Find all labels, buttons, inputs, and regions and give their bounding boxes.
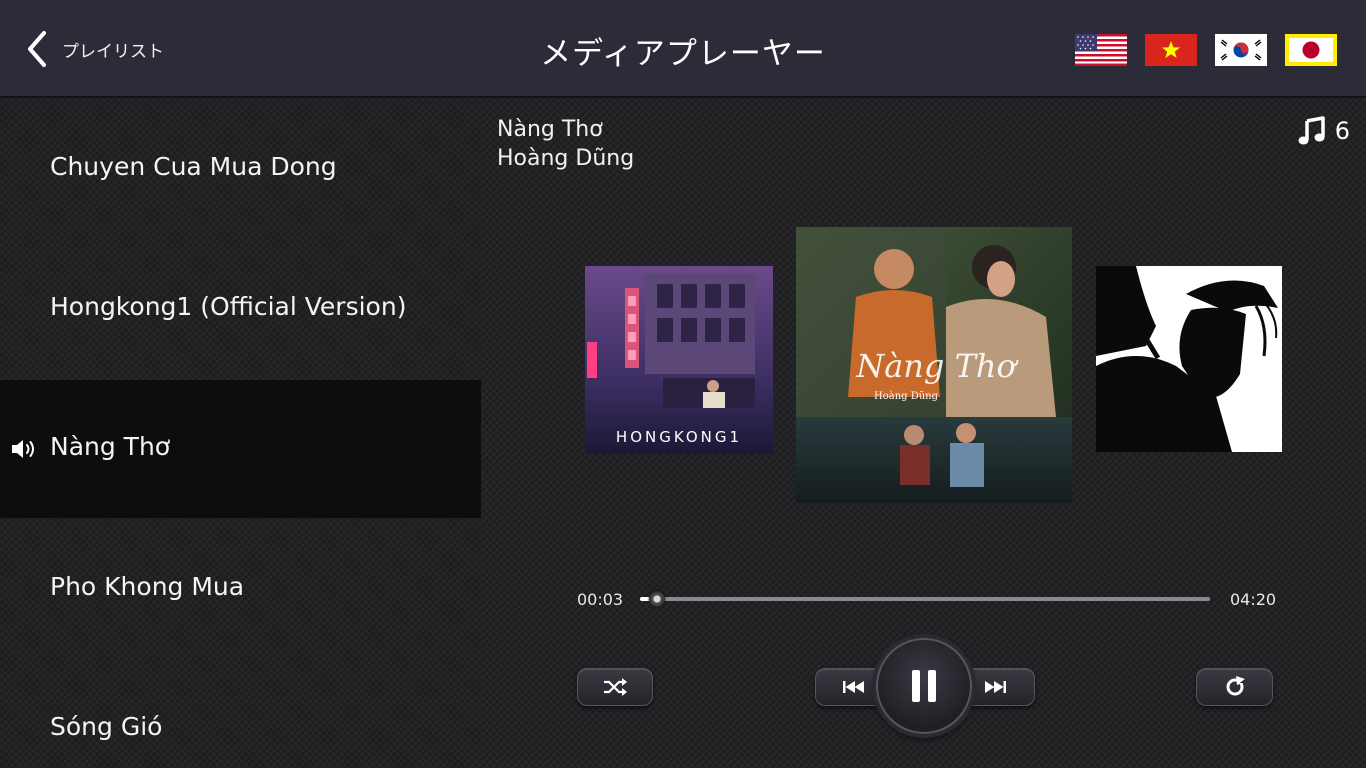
pause-button[interactable]: [876, 638, 972, 734]
album-art-image: HONGKONG1: [585, 266, 773, 454]
top-bar: プレイリスト メディアプレーヤー: [0, 0, 1366, 98]
back-label: プレイリスト: [62, 41, 164, 62]
now-playing-title: Nàng Thơ: [497, 117, 603, 142]
playlist-item[interactable]: Chuyen Cua Mua Dong: [0, 100, 481, 238]
playlist-sidebar: Chuyen Cua Mua Dong Hongkong1 (Official …: [0, 100, 481, 768]
speaker-icon: [12, 440, 34, 458]
track-count: 6: [1297, 116, 1350, 146]
language-korean-flag[interactable]: [1215, 34, 1267, 66]
us-flag-icon: [1075, 34, 1127, 66]
previous-album-cover[interactable]: HONGKONG1: [585, 266, 773, 454]
playlist-item-label: Sóng Gió: [50, 712, 163, 741]
previous-track-icon: [843, 681, 864, 693]
japan-flag-icon: [1285, 34, 1337, 66]
track-count-value: 6: [1334, 117, 1350, 145]
playlist-item-label: Hongkong1 (Official Version): [50, 292, 407, 321]
pause-icon: [912, 670, 936, 702]
progress-bar[interactable]: [640, 591, 1210, 607]
language-vietnamese-flag[interactable]: [1145, 34, 1197, 66]
playlist-item-label: Chuyen Cua Mua Dong: [50, 152, 337, 181]
vietnam-flag-icon: [1145, 34, 1197, 66]
repeat-button[interactable]: [1196, 668, 1273, 706]
album-cover-artist-text: Hoàng Dũng: [874, 391, 939, 402]
now-playing-artist: Hoàng Dũng: [497, 146, 635, 171]
playlist-item-label: Nàng Thơ: [50, 432, 171, 461]
next-track-icon: [985, 681, 1006, 693]
back-to-playlist-button[interactable]: プレイリスト: [22, 26, 172, 72]
korea-flag-icon: [1215, 34, 1267, 66]
next-album-cover[interactable]: [1096, 266, 1282, 452]
current-album-cover[interactable]: Nàng Thơ Hoàng Dũng: [796, 227, 1072, 503]
album-art-image: [1096, 266, 1282, 452]
music-note-icon: [1298, 116, 1325, 145]
playlist-item-label: Pho Khong Mua: [50, 572, 245, 601]
playlist-item[interactable]: Sóng Gió: [0, 660, 481, 768]
repeat-icon: [1226, 676, 1246, 696]
album-art-image: Nàng Thơ Hoàng Dũng: [796, 227, 1072, 503]
current-time: 00:03: [577, 590, 624, 609]
playlist-item-active[interactable]: Nàng Thơ: [0, 380, 481, 518]
chevron-left-icon: [28, 31, 46, 67]
total-time: 04:20: [1230, 590, 1277, 609]
language-japanese-flag[interactable]: [1285, 34, 1337, 66]
playlist-item[interactable]: Pho Khong Mua: [0, 520, 481, 658]
progress-handle[interactable]: [649, 591, 665, 607]
playlist-item[interactable]: Hongkong1 (Official Version): [0, 240, 481, 378]
language-english-flag[interactable]: [1075, 34, 1127, 66]
player-panel: Nàng Thơ Hoàng Dũng 6 HONGKONG1 Nàng Thơ…: [481, 100, 1366, 768]
shuffle-button[interactable]: [577, 668, 653, 706]
album-cover-text: HONGKONG1: [616, 428, 742, 446]
shuffle-icon: [604, 678, 627, 696]
album-cover-title-text: Nàng Thơ: [855, 347, 1018, 385]
